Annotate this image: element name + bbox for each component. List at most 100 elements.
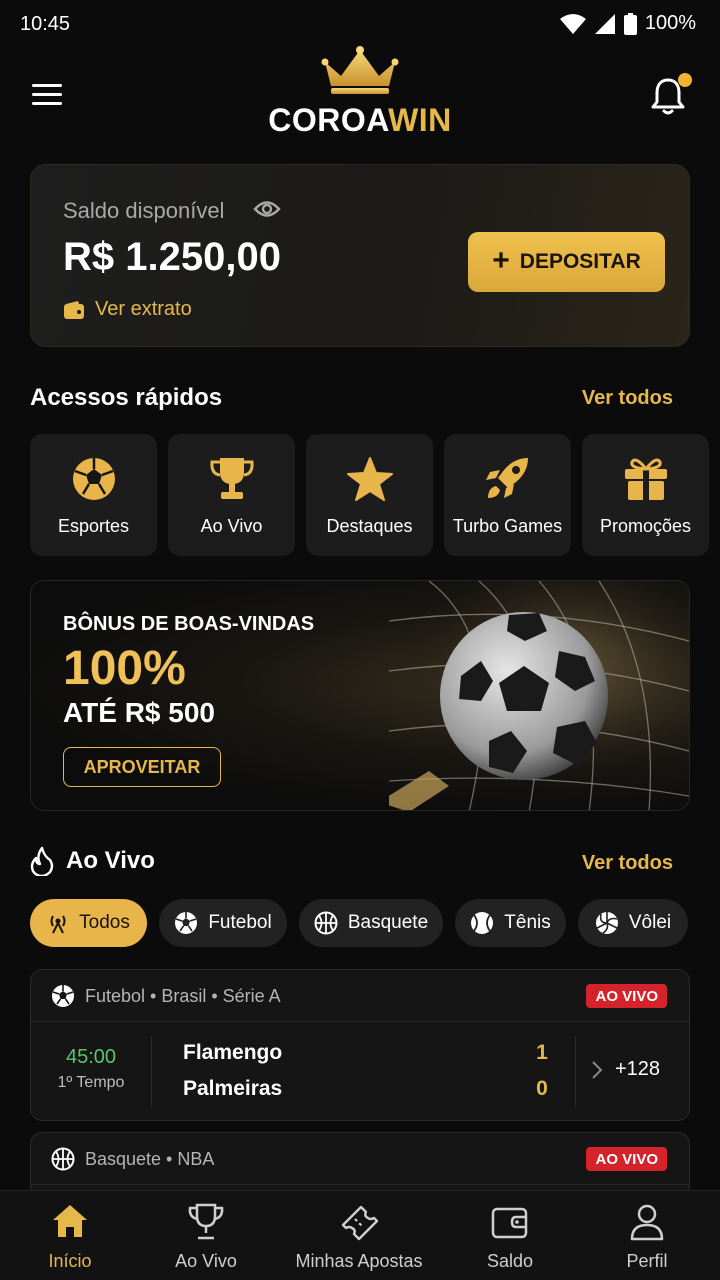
hamburger-line xyxy=(32,102,62,105)
deposit-button[interactable]: + DEPOSITAR xyxy=(468,232,665,292)
nav-label: Saldo xyxy=(486,1251,534,1271)
welcome-bonus-banner[interactable]: BÔNUS DE BOAS-VINDAS 100% ATÉ R$ 500 APR… xyxy=(30,580,690,811)
filter-chip-volei[interactable]: Vôlei xyxy=(578,899,688,947)
nav-item-ao-vivo[interactable]: Ao Vivo xyxy=(140,1191,272,1280)
brand-wordmark: COROAWIN xyxy=(260,102,460,139)
quick-item-turbo-games[interactable]: Turbo Games xyxy=(444,434,571,556)
live-title: Ao Vivo xyxy=(66,847,155,874)
soccer-ball-icon xyxy=(72,458,115,500)
match-league: Futebol • Brasil • Série A xyxy=(51,984,281,1008)
more-markets-button[interactable]: +128 xyxy=(591,1058,660,1081)
match-card-header: Basquete • NBA AO VIVO xyxy=(31,1133,689,1185)
menu-button[interactable] xyxy=(28,80,68,112)
trophy-icon xyxy=(188,1203,224,1240)
gift-icon xyxy=(624,458,667,500)
volleyball-icon xyxy=(595,912,618,934)
quick-item-label: Destaques xyxy=(326,516,413,536)
statement-link-label: Ver extrato xyxy=(95,298,192,320)
nav-label: Minhas Apostas xyxy=(295,1251,423,1271)
match-card-header: Futebol • Brasil • Série A AO VIVO xyxy=(31,970,689,1022)
quick-access-row: Esportes Ao Vivo Destaques Turbo Games P… xyxy=(30,434,720,556)
nav-label: Ao Vivo xyxy=(175,1251,237,1271)
live-match-card[interactable]: Futebol • Brasil • Série A AO VIVO 45:00… xyxy=(30,969,690,1121)
match-clock: 45:00 xyxy=(65,1046,117,1068)
filter-chip-label: Basquete xyxy=(347,912,429,933)
bottom-navigation: Início Ao Vivo Minhas Apostas Saldo Perf… xyxy=(0,1190,720,1280)
filter-chip-basquete[interactable]: Basquete xyxy=(299,899,443,947)
quick-item-label: Turbo Games xyxy=(452,516,563,536)
away-score: 0 xyxy=(536,1077,548,1100)
quick-item-promocoes[interactable]: Promoções xyxy=(582,434,709,556)
quick-item-esportes[interactable]: Esportes xyxy=(30,434,157,556)
filter-chip-futebol[interactable]: Futebol xyxy=(159,899,287,947)
fire-icon xyxy=(30,846,54,876)
quick-item-ao-vivo[interactable]: Ao Vivo xyxy=(168,434,295,556)
promo-kicker: BÔNUS DE BOAS-VINDAS xyxy=(63,613,315,635)
star-icon xyxy=(346,457,393,501)
filter-chip-tenis[interactable]: Tênis xyxy=(455,899,566,947)
live-filter-chips: Todos Futebol Basquete Tênis Vôlei xyxy=(30,899,720,947)
app-header: COROAWIN xyxy=(0,46,720,152)
nav-item-minhas-apostas[interactable]: Minhas Apostas xyxy=(272,1191,446,1280)
notification-dot xyxy=(678,73,692,87)
battery-icon xyxy=(623,12,637,35)
chevron-right-icon xyxy=(592,1060,603,1079)
quick-item-label: Promoções xyxy=(599,516,692,536)
basketball-icon xyxy=(314,911,338,935)
match-league-label: Basquete • NBA xyxy=(85,1148,215,1169)
live-badge: AO VIVO xyxy=(586,1147,667,1171)
quick-item-label: Ao Vivo xyxy=(200,516,263,536)
match-league: Basquete • NBA xyxy=(51,1147,214,1171)
balance-label: Saldo disponível xyxy=(63,198,225,223)
quick-access-see-all[interactable]: Ver todos xyxy=(582,387,673,410)
status-icons: 100% xyxy=(559,12,696,35)
filter-chip-label: Todos xyxy=(79,912,130,933)
hamburger-line xyxy=(32,93,62,96)
eye-icon[interactable] xyxy=(253,198,281,220)
brand-name-gold: WIN xyxy=(388,102,452,138)
soccer-ball-icon xyxy=(175,912,198,934)
balance-card: Saldo disponível R$ 1.250,00 Ver extrato… xyxy=(30,164,690,347)
plus-icon: + xyxy=(492,243,510,277)
live-see-all[interactable]: Ver todos xyxy=(582,852,673,875)
notifications-button[interactable] xyxy=(650,73,692,120)
soccer-ball-icon xyxy=(52,985,74,1007)
away-team: Palmeiras xyxy=(183,1077,283,1100)
promo-cta-button[interactable]: APROVEITAR xyxy=(63,747,221,787)
soccer-net-illustration xyxy=(389,581,689,810)
brand-name-white: COROA xyxy=(268,102,389,138)
tennis-ball-icon xyxy=(471,912,494,934)
home-team: Flamengo xyxy=(183,1041,283,1064)
filter-chip-todos[interactable]: Todos xyxy=(30,899,147,947)
promo-subtitle: ATÉ R$ 500 xyxy=(63,697,215,728)
more-markets-count: +128 xyxy=(615,1058,661,1080)
nav-item-inicio[interactable]: Início xyxy=(0,1191,140,1280)
filter-chip-label: Futebol xyxy=(208,912,272,933)
signal-icon xyxy=(594,13,615,34)
status-time: 10:45 xyxy=(20,13,71,35)
balance-amount: R$ 1.250,00 xyxy=(63,235,281,279)
quick-item-label: Esportes xyxy=(57,516,130,536)
user-icon xyxy=(630,1204,664,1241)
trophy-icon xyxy=(209,458,254,499)
nav-item-perfil[interactable]: Perfil xyxy=(574,1191,720,1280)
wallet-icon xyxy=(64,300,84,319)
wallet-icon xyxy=(491,1207,528,1239)
filter-chip-label: Vôlei xyxy=(628,912,672,933)
promo-headline: 100% xyxy=(63,642,186,695)
quick-item-destaques[interactable]: Destaques xyxy=(306,434,433,556)
nav-item-saldo[interactable]: Saldo xyxy=(446,1191,574,1280)
battery-percent: 100% xyxy=(644,12,696,34)
nav-label: Perfil xyxy=(626,1251,668,1271)
filter-chip-label: Tênis xyxy=(504,912,551,933)
ticket-icon xyxy=(341,1205,379,1241)
hamburger-icon xyxy=(32,84,62,87)
basketball-icon xyxy=(51,1147,75,1171)
match-period: 1º Tempo xyxy=(57,1074,125,1091)
brand-logo: COROAWIN xyxy=(260,46,460,142)
nav-label: Início xyxy=(48,1251,92,1271)
divider xyxy=(151,1036,152,1106)
statement-link[interactable]: Ver extrato xyxy=(63,298,192,321)
match-league-label: Futebol • Brasil • Série A xyxy=(85,985,281,1006)
home-icon xyxy=(53,1205,87,1237)
